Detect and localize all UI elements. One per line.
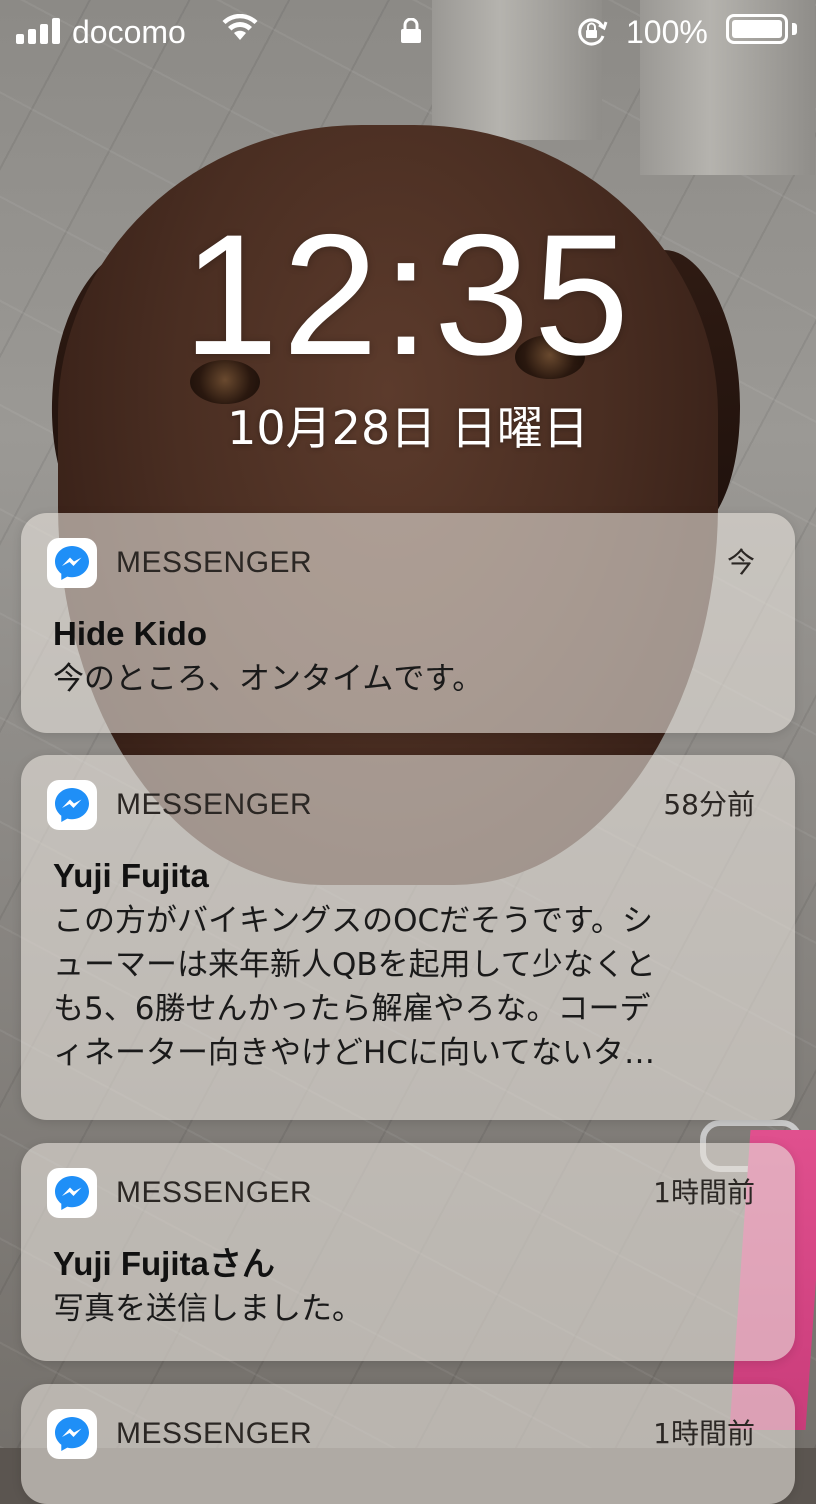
battery-icon (726, 14, 788, 44)
notification-card[interactable]: MESSENGER 58分前 Yuji Fujita この方がバイキングスのOC… (21, 755, 795, 1120)
notification-time: 58分前 (663, 788, 755, 821)
notification-time: 1時間前 (653, 1417, 755, 1450)
rotation-lock-icon (576, 16, 608, 52)
messenger-app-icon (47, 1409, 97, 1459)
wifi-icon (222, 13, 258, 46)
notification-app-name: MESSENGER (116, 1417, 313, 1450)
lock-icon (400, 17, 422, 48)
notification-header: MESSENGER 1時間前 (21, 1143, 795, 1239)
lock-screen-clock: 12:35 (182, 199, 634, 391)
notification-app-name: MESSENGER (116, 788, 313, 821)
messenger-app-icon (47, 1168, 97, 1218)
status-bar: docomo 100% (0, 0, 816, 64)
notification-sender: Yuji Fujita (53, 857, 209, 894)
notification-time: 今 (726, 546, 755, 579)
notification-app-name: MESSENGER (116, 1176, 313, 1209)
messenger-app-icon (47, 538, 97, 588)
battery-percent: 100% (626, 14, 708, 50)
carrier-name: docomo (72, 14, 186, 50)
notification-app-name: MESSENGER (116, 546, 313, 579)
notification-card[interactable]: MESSENGER 1時間前 Yuji Fujitaさん 写真を送信しました。 (21, 1143, 795, 1361)
notification-header: MESSENGER 58分前 (21, 755, 795, 851)
messenger-app-icon (47, 780, 97, 830)
notification-card[interactable]: MESSENGER 1時間前 (21, 1384, 795, 1504)
notification-card[interactable]: MESSENGER 今 Hide Kido 今のところ、オンタイムです。 (21, 513, 795, 733)
notification-time: 1時間前 (653, 1176, 755, 1209)
notification-header: MESSENGER 今 (21, 513, 795, 609)
battery-cap (792, 23, 797, 35)
notification-message: 今のところ、オンタイムです。 (53, 661, 484, 697)
signal-icon (16, 16, 60, 44)
notification-sender: Hide Kido (53, 615, 207, 652)
notification-header: MESSENGER 1時間前 (21, 1384, 795, 1480)
notification-message: この方がバイキングスのOCだそうです。シ ューマーは来年新人QBを起用して少なく… (53, 903, 656, 1071)
notification-sender: Yuji Fujitaさん (53, 1245, 275, 1282)
lock-screen-date: 10月28日 日曜日 (227, 401, 589, 455)
notification-message: 写真を送信しました。 (53, 1291, 363, 1327)
